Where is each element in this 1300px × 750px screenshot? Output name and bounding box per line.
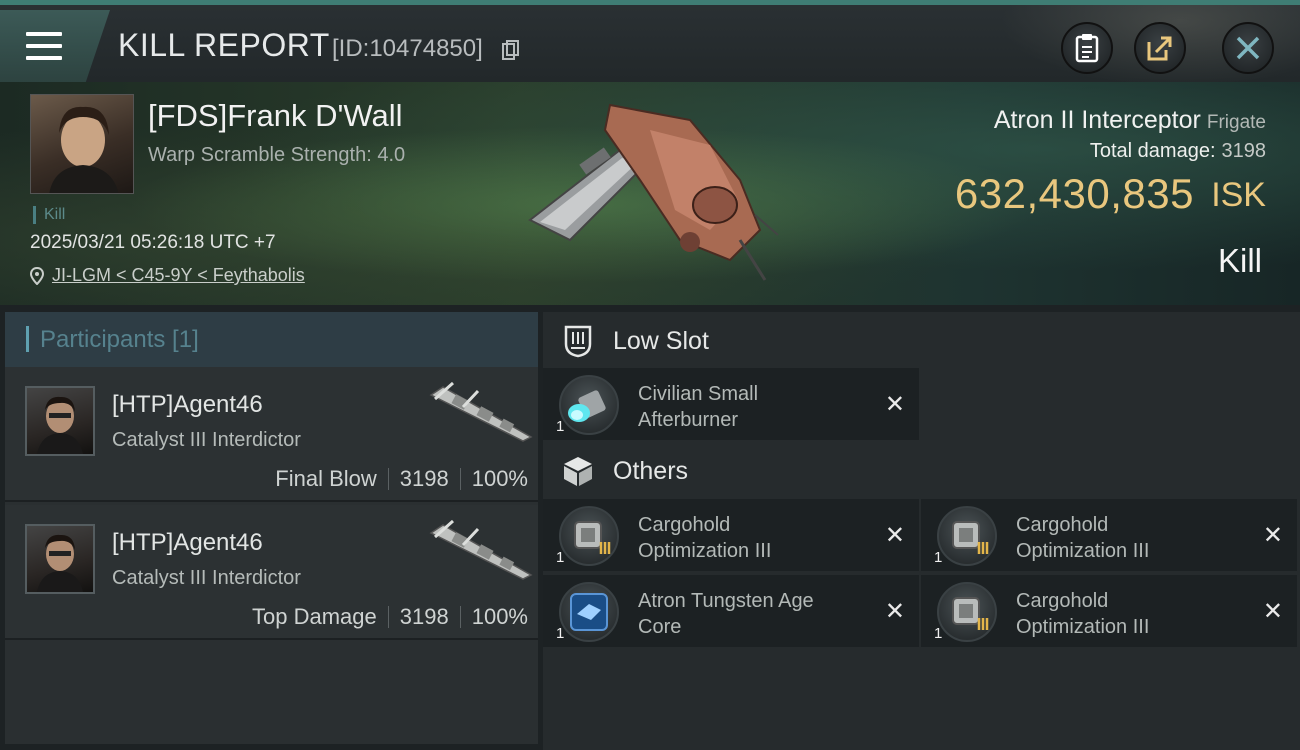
location-link[interactable]: JI-LGM < C45-9Y < Feythabolis — [52, 265, 305, 286]
cargohold-module-icon — [937, 582, 997, 642]
remove-item-button[interactable]: ✕ — [885, 521, 905, 550]
victim-name[interactable]: [FDS]Frank D'Wall — [148, 98, 403, 134]
participants-header: Participants [1] — [5, 312, 538, 367]
kill-result: Kill — [1217, 242, 1262, 279]
item-name: Cargohold Optimization III — [638, 512, 868, 564]
remove-module-button[interactable]: ✕ — [885, 390, 905, 419]
cargo-item[interactable]: 1 Cargohold Optimization III ✕ — [543, 499, 919, 571]
cargo-item[interactable]: 1 Cargohold Optimization III ✕ — [921, 575, 1297, 647]
participant-damage: 3198 — [399, 604, 449, 629]
close-icon — [1236, 36, 1260, 60]
tungsten-core-icon — [559, 582, 619, 642]
stat-divider — [387, 606, 389, 628]
item-name-line1: Cargohold — [1016, 514, 1109, 536]
stat-divider — [459, 606, 461, 628]
page-title: KILL REPORT — [118, 27, 330, 63]
warp-scramble-strength: Warp Scramble Strength: 4.0 — [148, 144, 406, 166]
interdictor-ship-icon — [429, 381, 533, 442]
cargo-item[interactable]: 1 Cargohold Optimization III ✕ — [921, 499, 1297, 571]
top-bar: KILL REPORT [ID:10474850] — [0, 0, 1300, 87]
module-quantity: 1 — [556, 418, 565, 435]
item-name-line2: Optimization III — [1016, 616, 1150, 638]
cargohold-module-icon — [937, 506, 997, 566]
low-slot-label: Low Slot — [613, 326, 709, 355]
hamburger-menu-icon — [26, 32, 62, 60]
victim-summary: [FDS]Frank D'Wall Warp Scramble Strength… — [0, 82, 1300, 305]
item-name: Cargohold Optimization III — [1016, 588, 1246, 640]
victim-portrait[interactable] — [30, 94, 134, 194]
item-quantity: 1 — [556, 549, 565, 566]
item-name-line1: Cargohold — [1016, 590, 1109, 612]
item-name-line2: Core — [638, 616, 682, 638]
stat-divider — [387, 468, 389, 490]
cargo-item[interactable]: 1 Atron Tungsten Age Core ✕ — [543, 575, 919, 647]
kill-datetime: 2025/03/21 05:26:18 UTC +7 — [30, 232, 276, 253]
total-damage-label: Total damage: — [1089, 140, 1216, 162]
item-name-line1: Atron Tungsten Age — [638, 590, 814, 612]
ship-class: Frigate — [1206, 112, 1266, 133]
victim-ship-name[interactable]: Atron II Interceptor Frigate — [994, 106, 1266, 135]
remove-item-button[interactable]: ✕ — [885, 597, 905, 626]
participant-damage-percent: 100% — [471, 604, 528, 629]
item-name-line1: Cargohold — [638, 514, 731, 536]
participant-avatar[interactable] — [25, 386, 95, 456]
kill-tag: Kill — [33, 206, 65, 224]
participant-damage-percent: 100% — [471, 466, 528, 491]
low-slot-icon — [564, 325, 592, 358]
share-icon — [1147, 36, 1172, 61]
copy-icon[interactable] — [502, 40, 519, 60]
item-name-line2: Optimization III — [1016, 540, 1150, 562]
ship-type: Atron II Interceptor — [993, 106, 1201, 134]
report-id: [ID:10474850] — [332, 35, 483, 62]
isk-value: 632,430,835 — [954, 170, 1194, 217]
header-accent-bar — [26, 326, 29, 352]
participants-title: Participants [1] — [40, 326, 199, 353]
item-name: Cargohold Optimization III — [1016, 512, 1246, 564]
kill-location[interactable]: JI-LGM < C45-9Y < Feythabolis — [30, 265, 305, 286]
item-quantity: 1 — [934, 549, 943, 566]
clipboard-button[interactable] — [1061, 22, 1113, 74]
module-name: Civilian Small Afterburner — [638, 381, 868, 433]
others-section-header: Others — [543, 442, 1300, 500]
remove-item-button[interactable]: ✕ — [1263, 597, 1283, 626]
location-pin-icon — [30, 266, 44, 285]
participant-name[interactable]: [HTP]Agent46 — [112, 529, 263, 557]
participant-row[interactable]: [HTP]Agent46 Catalyst III Interdictor Fi… — [5, 367, 538, 502]
participant-row[interactable]: [HTP]Agent46 Catalyst III Interdictor To… — [5, 505, 538, 640]
item-quantity: 1 — [556, 625, 565, 642]
total-damage: Total damage: 3198 — [1090, 140, 1266, 163]
participant-role: Top Damage — [252, 604, 377, 629]
item-quantity: 1 — [934, 625, 943, 642]
others-label: Others — [613, 456, 689, 485]
participant-role: Final Blow — [275, 466, 377, 491]
participant-ship: Catalyst III Interdictor — [112, 567, 301, 589]
item-name-line2: Optimization III — [638, 540, 772, 562]
participant-stats: Final Blow 3198 100% — [275, 466, 528, 492]
interdictor-ship-icon — [429, 519, 533, 580]
stat-divider — [459, 468, 461, 490]
cargo-box-icon — [564, 457, 592, 486]
participant-ship: Catalyst III Interdictor — [112, 429, 301, 451]
share-button[interactable] — [1134, 22, 1186, 74]
low-slot-section-header: Low Slot — [543, 312, 1300, 370]
victim-ship-image — [528, 103, 779, 281]
total-damage-value: 3198 — [1221, 140, 1267, 162]
menu-button[interactable] — [0, 10, 110, 82]
fitted-module[interactable]: 1 Civilian Small Afterburner ✕ — [543, 368, 919, 440]
close-button[interactable] — [1222, 22, 1274, 74]
isk-unit: ISK — [1211, 176, 1266, 214]
module-icon — [559, 375, 619, 435]
participant-name[interactable]: [HTP]Agent46 — [112, 391, 263, 419]
module-name-line1: Civilian Small — [638, 383, 759, 405]
cargohold-module-icon — [559, 506, 619, 566]
participant-avatar[interactable] — [25, 524, 95, 594]
participants-panel: Participants [1] [HTP]Agent46 Catalyst I… — [5, 312, 538, 744]
participant-damage: 3198 — [399, 466, 449, 491]
module-name-line2: Afterburner — [638, 409, 739, 431]
remove-item-button[interactable]: ✕ — [1263, 521, 1283, 550]
clipboard-icon — [1075, 34, 1099, 63]
fitting-panel: Low Slot 1 Civilian Small Afterburner ✕ … — [543, 312, 1300, 750]
participant-stats: Top Damage 3198 100% — [252, 604, 528, 630]
item-name: Atron Tungsten Age Core — [638, 588, 868, 640]
